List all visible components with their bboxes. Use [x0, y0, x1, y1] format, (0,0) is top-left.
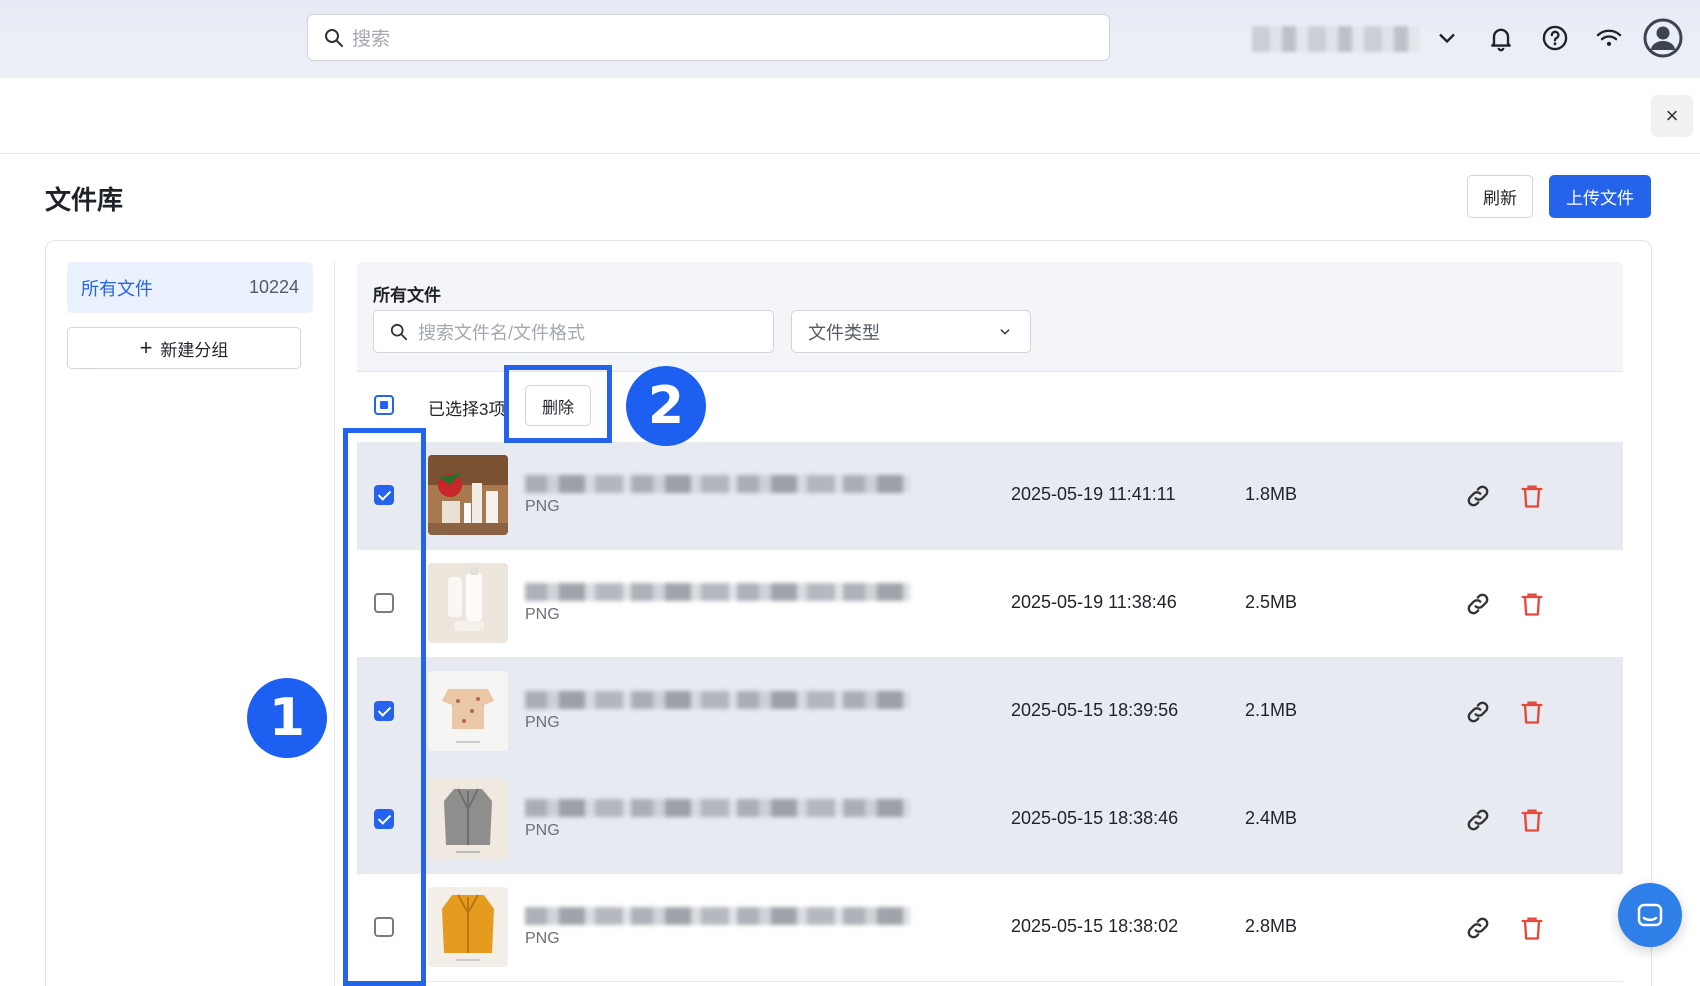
help-icon[interactable]: [1539, 22, 1571, 54]
avatar-icon[interactable]: [1643, 18, 1683, 58]
link-icon[interactable]: [1464, 698, 1492, 726]
header-divider: [0, 153, 1700, 154]
file-size: 2.5MB: [1245, 592, 1298, 612]
trash-icon[interactable]: [1518, 806, 1546, 834]
close-button[interactable]: ×: [1651, 95, 1693, 137]
sidebar-item-count: 10224: [248, 277, 299, 297]
file-thumbnail[interactable]: [428, 887, 508, 967]
upload-file-button[interactable]: 上传文件: [1549, 175, 1651, 218]
trash-icon[interactable]: [1518, 914, 1546, 942]
file-date: 2025-05-19 11:41:11: [1011, 484, 1176, 504]
search-icon: [325, 28, 343, 47]
file-size: 1.8MB: [1245, 484, 1298, 504]
file-size: 2.4MB: [1245, 808, 1298, 828]
sidebar-item-label: 所有文件: [81, 278, 153, 299]
file-format: PNG: [525, 606, 560, 623]
global-search-input[interactable]: 搜索: [307, 14, 1110, 61]
trash-icon[interactable]: [1518, 590, 1546, 618]
file-name-blurred: [525, 475, 910, 493]
file-date: 2025-05-15 18:38:02: [1011, 916, 1179, 936]
bell-icon[interactable]: [1485, 22, 1517, 54]
filter-title: 所有文件: [373, 286, 441, 305]
file-type-select[interactable]: 文件类型: [791, 310, 1031, 353]
file-row[interactable]: [357, 874, 1623, 982]
row-divider: [357, 981, 1623, 982]
refresh-button[interactable]: 刷新: [1467, 175, 1533, 218]
select-all-checkbox[interactable]: [374, 395, 394, 415]
selected-count-text: 已选择3项: [428, 400, 506, 419]
file-name-blurred: [525, 691, 910, 709]
file-name-blurred: [525, 907, 910, 925]
plus-icon: +: [139, 335, 153, 360]
search-icon: [390, 323, 408, 340]
file-size: 2.1MB: [1245, 700, 1298, 720]
file-thumbnail[interactable]: [428, 671, 508, 751]
file-row[interactable]: [357, 550, 1623, 658]
file-name-blurred: [525, 583, 910, 601]
sidebar-item-all-files[interactable]: 所有文件 10224: [67, 262, 313, 313]
file-date: 2025-05-19 11:38:46: [1011, 592, 1177, 612]
highlight-box-delete: [504, 365, 612, 443]
file-type-label: 文件类型: [808, 322, 880, 343]
trash-icon[interactable]: [1518, 698, 1546, 726]
global-search-placeholder: 搜索: [352, 29, 391, 50]
file-date: 2025-05-15 18:39:56: [1011, 700, 1179, 720]
top-bar: 搜索: [0, 0, 1700, 78]
account-name-blurred[interactable]: [1252, 26, 1420, 52]
chat-support-button[interactable]: [1618, 883, 1682, 947]
page-title: 文件库: [45, 185, 124, 215]
file-search-input[interactable]: 搜索文件名/文件格式: [373, 310, 774, 353]
file-thumbnail[interactable]: [428, 455, 508, 535]
file-search-placeholder: 搜索文件名/文件格式: [418, 322, 586, 343]
wifi-icon[interactable]: [1593, 22, 1625, 54]
step-marker-1: 1: [247, 678, 327, 758]
file-date: 2025-05-15 18:38:46: [1011, 808, 1179, 828]
file-size: 2.8MB: [1245, 916, 1298, 936]
highlight-box-checkboxes: [343, 428, 426, 986]
link-icon[interactable]: [1464, 590, 1492, 618]
link-icon[interactable]: [1464, 806, 1492, 834]
file-format: PNG: [525, 498, 560, 515]
file-format: PNG: [525, 822, 560, 839]
link-icon[interactable]: [1464, 482, 1492, 510]
file-format: PNG: [525, 714, 560, 731]
chat-icon: [1637, 903, 1663, 927]
file-row[interactable]: [357, 442, 1623, 550]
file-thumbnail[interactable]: [428, 779, 508, 859]
file-name-blurred: [525, 799, 910, 817]
trash-icon[interactable]: [1518, 482, 1546, 510]
chevron-down-icon[interactable]: [1431, 22, 1463, 54]
chevron-down-icon: [1000, 328, 1010, 335]
step-marker-2: 2: [626, 366, 706, 446]
new-group-label: 新建分组: [160, 340, 229, 360]
close-icon: ×: [1665, 103, 1679, 128]
file-format: PNG: [525, 930, 560, 947]
link-icon[interactable]: [1464, 914, 1492, 942]
file-thumbnail[interactable]: [428, 563, 508, 643]
file-row[interactable]: [357, 658, 1623, 766]
new-group-button[interactable]: + 新建分组: [67, 327, 301, 369]
sidebar-divider: [334, 262, 335, 986]
file-row[interactable]: [357, 766, 1623, 874]
